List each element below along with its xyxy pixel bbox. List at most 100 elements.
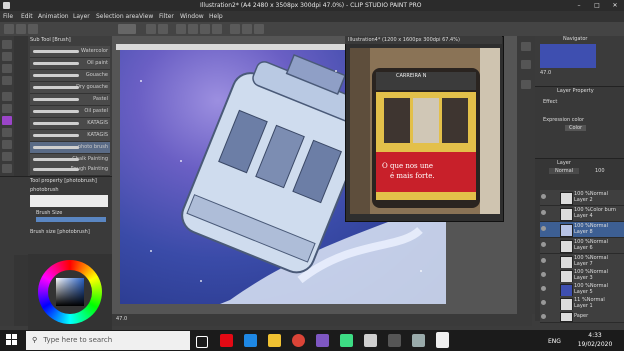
menu-filter[interactable]: Filter <box>159 11 174 22</box>
menu-layer[interactable]: Layer <box>73 11 90 22</box>
layer-name: Layer 6 <box>574 245 593 251</box>
brush-label: photo brush <box>77 144 108 150</box>
transform-icon[interactable] <box>230 24 240 34</box>
brush-size-label: Brush Size <box>36 210 63 216</box>
layer-name: Paper <box>574 313 589 319</box>
cut-icon[interactable] <box>188 24 198 34</box>
paste-icon[interactable] <box>212 24 222 34</box>
brush-subtool-panel: Sub Tool [Brush] Watercolor Oil paint Go… <box>28 36 113 176</box>
app-icon <box>3 2 10 9</box>
eyedropper-tool-icon[interactable] <box>2 92 12 101</box>
navigator-zoom: 47.0 <box>540 70 552 76</box>
layer-name: Layer 1 <box>574 303 593 309</box>
tool-property-panel: Tool property [photobrush] photobrush Br… <box>0 176 112 255</box>
opacity-value[interactable]: 100 <box>595 168 605 174</box>
close-button[interactable]: ✕ <box>606 0 624 11</box>
search-placeholder: Type here to search <box>43 336 113 344</box>
tool-name: photobrush <box>30 187 59 193</box>
edge-icon[interactable] <box>244 334 257 347</box>
invert-selection-icon[interactable] <box>254 24 264 34</box>
brush-item[interactable]: Watercolor <box>30 46 110 58</box>
gradient-tool-icon[interactable] <box>2 164 12 173</box>
brush-tool-icon[interactable] <box>2 116 12 125</box>
undo-icon[interactable] <box>146 24 156 34</box>
expression-color-select[interactable]: Color <box>565 125 587 131</box>
move-tool-icon[interactable] <box>2 52 12 61</box>
blend-mode-select[interactable]: Normal <box>549 168 580 174</box>
command-bar <box>0 22 624 37</box>
save-icon[interactable] <box>28 24 38 34</box>
layer-property-header: Layer Property <box>557 88 594 94</box>
copy-icon[interactable] <box>200 24 210 34</box>
clear-icon[interactable] <box>176 24 186 34</box>
menu-edit[interactable]: Edit <box>21 11 33 22</box>
navigator-header: Navigator <box>563 36 588 42</box>
airbrush-tool-icon[interactable] <box>2 128 12 137</box>
brush-panel-header: Sub Tool [Brush] <box>30 37 71 43</box>
pen-tool-icon[interactable] <box>2 104 12 113</box>
tram-destination-sign: CARREIRA N <box>396 73 427 79</box>
select-tool-icon[interactable] <box>2 64 12 73</box>
clip-studio-taskbar-icon[interactable] <box>436 332 449 348</box>
layer-header: Layer <box>557 160 571 166</box>
clock-date: 19/02/2020 <box>577 341 613 348</box>
eraser-tool-icon[interactable] <box>2 140 12 149</box>
menu-help[interactable]: Help <box>209 11 223 22</box>
brush-item[interactable]: Rough Painting <box>30 164 110 176</box>
redo-icon[interactable] <box>158 24 168 34</box>
menu-selection-area[interactable]: Selection area <box>96 11 139 22</box>
visibility-icon[interactable] <box>118 24 136 34</box>
menu-file[interactable]: File <box>3 11 13 22</box>
minimize-button[interactable]: – <box>570 0 588 11</box>
layer-row[interactable]: 100 %Normal Layer 6 <box>540 238 624 254</box>
brush-item[interactable]: Dry gouache <box>30 82 110 94</box>
zoom-in-icon[interactable] <box>521 42 531 51</box>
layer-row-paper[interactable]: Paper <box>540 310 624 323</box>
maximize-button[interactable]: □ <box>588 0 606 11</box>
menu-window[interactable]: Window <box>180 11 204 22</box>
menu-view[interactable]: View <box>139 11 153 22</box>
deselect-icon[interactable] <box>242 24 252 34</box>
brush-item[interactable]: Oil paint <box>30 58 110 70</box>
brush-size-panel-header: Brush size [photobrush] <box>30 229 90 235</box>
layer-row-selected[interactable]: 100 %Normal Layer 8 <box>540 222 624 238</box>
brush-item[interactable]: KATAGIS <box>30 130 110 142</box>
brush-item-selected[interactable]: photo brush <box>30 142 110 154</box>
language-indicator[interactable]: ENG <box>548 338 561 345</box>
brush-item[interactable]: KATAGIS <box>30 118 110 130</box>
chrome-icon[interactable] <box>292 334 305 347</box>
brush-preview <box>30 195 108 207</box>
line-icon[interactable] <box>340 334 353 347</box>
right-tool-column <box>517 36 535 314</box>
menu-animation[interactable]: Animation <box>38 11 69 22</box>
settings-icon[interactable] <box>364 334 377 347</box>
brush-item[interactable]: Pastel <box>30 94 110 106</box>
layer-name: Layer 4 <box>574 213 593 219</box>
layer-row[interactable]: 100 %Color burn Layer 4 <box>540 206 624 222</box>
brush-size-slider[interactable] <box>36 217 106 222</box>
rotate-icon[interactable] <box>521 80 531 89</box>
file-explorer-icon[interactable] <box>268 334 281 347</box>
menu-bar: File Edit Animation Layer Selection area… <box>0 11 624 22</box>
saturation-brightness-square[interactable] <box>56 278 84 306</box>
taskbar-search-box[interactable]: ⚲ Type here to search <box>26 331 190 350</box>
brush-item[interactable]: Gouache <box>30 70 110 82</box>
app-icon-grey[interactable] <box>388 334 401 347</box>
open-icon[interactable] <box>16 24 26 34</box>
navigator-thumbnail[interactable] <box>540 44 596 68</box>
netflix-icon[interactable] <box>220 334 233 347</box>
brush-label: Oil pastel <box>84 108 108 114</box>
windows-start-icon[interactable] <box>6 333 18 347</box>
task-view-icon[interactable] <box>196 336 208 348</box>
lasso-tool-icon[interactable] <box>2 76 12 85</box>
brush-item[interactable]: Oil pastel <box>30 106 110 118</box>
app-icon-purple[interactable] <box>316 334 329 347</box>
layer-row[interactable]: 100 %Normal Layer 2 <box>540 190 624 206</box>
app-icon-light[interactable] <box>412 334 425 347</box>
reference-window-title-text: Illustration4* (1200 x 1600px 300dpi 67.… <box>348 37 460 43</box>
zoom-tool-icon[interactable] <box>2 40 12 49</box>
new-icon[interactable] <box>4 24 14 34</box>
hand-icon[interactable] <box>521 60 531 69</box>
fill-tool-icon[interactable] <box>2 152 12 161</box>
taskbar-clock[interactable]: 4:33 19/02/2020 <box>570 331 620 350</box>
